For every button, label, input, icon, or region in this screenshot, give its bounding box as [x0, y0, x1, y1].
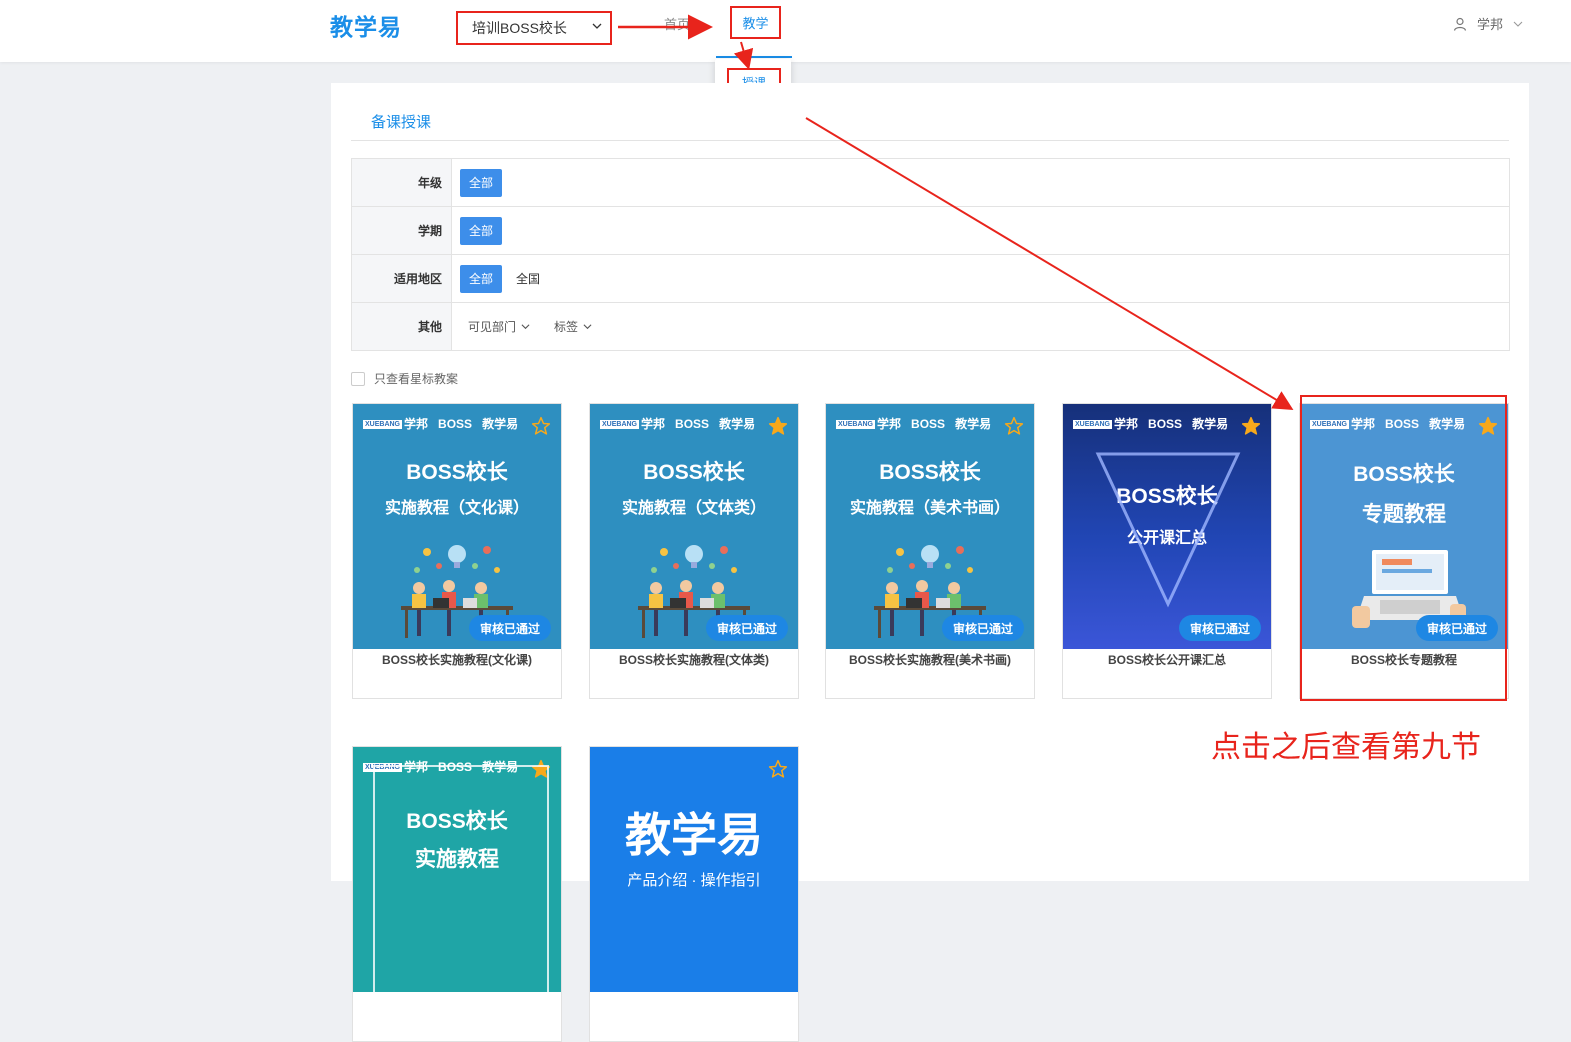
star-icon[interactable] [531, 416, 551, 436]
brand-b: BOSS [911, 417, 946, 431]
card-cover[interactable]: XUEBANG 学邦 BOSS 教学易 BOSS校长 公开课汇总 审核已通过 [1063, 404, 1271, 649]
card-cover[interactable]: XUEBANG 学邦 BOSS 教学易 BOSS校长实施教程（文体类） 审核已通过 [590, 404, 798, 649]
star-icon[interactable] [1004, 416, 1024, 436]
status-badge: 审核已通过 [941, 615, 1024, 641]
card-subtitle: 产品介绍 · 操作指引 [627, 872, 761, 889]
brand-b: BOSS [1148, 417, 1183, 431]
card-title: BOSS校长 [406, 810, 508, 833]
tag-dropdown[interactable]: 标签 [554, 318, 592, 335]
star-only-filter[interactable]: 只查看星标教案 [351, 370, 458, 387]
card-subtitle: 实施教程（文化课） [384, 500, 529, 517]
divider [351, 140, 1509, 141]
card-brand: XUEBANG 学邦 BOSS 教学易 [600, 415, 755, 432]
status-badge: 审核已通过 [468, 615, 551, 641]
filter-label: 适用地区 [352, 255, 452, 302]
department-dropdown[interactable]: 可见部门 [468, 318, 530, 335]
card-title: BOSS校长 [879, 461, 981, 484]
brand-a: 学邦 [877, 417, 902, 431]
brand-c: 教学易 [1192, 417, 1229, 431]
highlight-box [1300, 395, 1507, 701]
card-name[interactable]: BOSS校长实施教程(文化课) [353, 651, 561, 668]
star-icon[interactable] [1241, 416, 1261, 436]
app-logo[interactable]: 教学易 [330, 8, 402, 42]
lesson-card[interactable]: XUEBANG 学邦 BOSS 教学易 BOSS校长实施教程（文化课） 审核已通过 BO… [352, 403, 562, 699]
brand-b: BOSS [675, 417, 710, 431]
tag-dropdown-label: 标签 [554, 320, 579, 334]
status-badge: 审核已通过 [705, 615, 788, 641]
chevron-down-icon [521, 324, 530, 330]
lesson-card[interactable]: XUEBANG 学邦 BOSS 教学易 BOSS校长实施教程（美术书画） 审核已通过 B… [825, 403, 1035, 699]
card-subtitle: 实施教程（美术书画） [849, 500, 1010, 517]
filter-label: 其他 [352, 303, 452, 350]
filter-tag-all[interactable]: 全部 [460, 168, 503, 197]
brand-xuebang: XUEBANG [600, 420, 640, 429]
user-icon [1453, 17, 1467, 31]
brand-xuebang: XUEBANG [363, 420, 403, 429]
nav-teach[interactable]: 教学 [730, 6, 781, 39]
lesson-card[interactable]: XUEBANG 学邦 BOSS 教学易 BOSS校长实施教程（文体类） 审核已通过 BO… [589, 403, 799, 699]
card-title: 教学易 [625, 809, 763, 861]
triangle-graphic [1095, 452, 1241, 608]
filter-option-nationwide[interactable]: 全国 [516, 270, 540, 287]
brand-c: 教学易 [955, 417, 992, 431]
frame-border [373, 765, 549, 992]
star-icon[interactable] [768, 416, 788, 436]
brand-xuebang: XUEBANG [836, 420, 876, 429]
star-only-label: 只查看星标教案 [374, 372, 459, 386]
card-title: BOSS校长 [406, 461, 508, 484]
lesson-card[interactable]: XUEBANG 学邦 BOSS 教学易 BOSS校长 公开课汇总 审核已通过 BOSS校长… [1062, 403, 1272, 699]
filter-row-region: 适用地区 全部 全国 [352, 255, 1509, 303]
brand-b: BOSS [438, 417, 473, 431]
annotation-text: 点击之后查看第九节 [1211, 730, 1481, 765]
filter-row-other: 其他 可见部门 标签 [352, 303, 1509, 350]
card-subtitle: 实施教程（文体类） [621, 500, 766, 517]
brand-a: 学邦 [1114, 417, 1139, 431]
card-brand: XUEBANG 学邦 BOSS 教学易 [836, 415, 991, 432]
card-name[interactable]: BOSS校长实施教程(美术书画) [826, 651, 1034, 668]
filter-tag-all[interactable]: 全部 [460, 216, 503, 245]
filter-row-term: 学期 全部 [352, 207, 1509, 255]
card-cover[interactable]: XUEBANG 学邦 BOSS 教学易 BOSS校长实施教程（美术书画） 审核已通过 [826, 404, 1034, 649]
user-name: 学邦 [1477, 17, 1504, 32]
user-menu[interactable]: 学邦 [1453, 14, 1523, 33]
filter-label: 学期 [352, 207, 452, 254]
card-cover[interactable]: XUEBANG 学邦 BOSS 教学易 BOSS校长实施教程（文化课） 审核已通过 [353, 404, 561, 649]
chevron-down-icon [583, 324, 592, 330]
card-name[interactable]: BOSS校长公开课汇总 [1063, 651, 1271, 668]
department-dropdown-label: 可见部门 [468, 320, 517, 334]
org-select[interactable]: 培训BOSS校长 [456, 11, 612, 45]
nav-home[interactable]: 首页 [664, 14, 690, 33]
status-badge: 审核已通过 [1178, 615, 1261, 641]
nav-active-underline [716, 56, 792, 58]
card-cover[interactable]: XUEBANG 学邦 BOSS 教学易 BOSS校长 实施教程 [353, 747, 561, 992]
card-subtitle: 实施教程 [415, 848, 499, 871]
lesson-card[interactable]: 教学易产品介绍 · 操作指引 [589, 746, 799, 1042]
lesson-card[interactable]: XUEBANG 学邦 BOSS 教学易 BOSS校长 实施教程 [352, 746, 562, 1042]
chevron-down-icon [592, 23, 602, 29]
brand-xuebang: XUEBANG [1073, 420, 1113, 429]
brand-a: 学邦 [641, 417, 666, 431]
filter-table: 年级 全部 学期 全部 适用地区 全部 全国 其他 可见部门 标签 [351, 158, 1510, 351]
card-brand: XUEBANG 学邦 BOSS 教学易 [363, 415, 518, 432]
card-cover[interactable]: 教学易产品介绍 · 操作指引 [590, 747, 798, 992]
top-bar: 教学易 培训BOSS校长 首页 教学 学邦 [0, 0, 1571, 62]
section-title[interactable]: 备课授课 [371, 111, 431, 132]
card-name[interactable]: BOSS校长实施教程(文体类) [590, 651, 798, 668]
filter-label: 年级 [352, 159, 452, 206]
brand-a: 学邦 [404, 417, 429, 431]
card-brand: XUEBANG 学邦 BOSS 教学易 [1073, 415, 1228, 432]
filter-row-grade: 年级 全部 [352, 159, 1509, 207]
brand-c: 教学易 [719, 417, 756, 431]
chevron-down-icon [1513, 21, 1523, 27]
brand-c: 教学易 [482, 417, 519, 431]
filter-tag-all[interactable]: 全部 [460, 264, 503, 293]
star-only-checkbox[interactable] [351, 371, 365, 386]
card-title: BOSS校长 [643, 461, 745, 484]
org-select-value: 培训BOSS校长 [472, 20, 567, 36]
star-icon[interactable] [768, 759, 788, 779]
